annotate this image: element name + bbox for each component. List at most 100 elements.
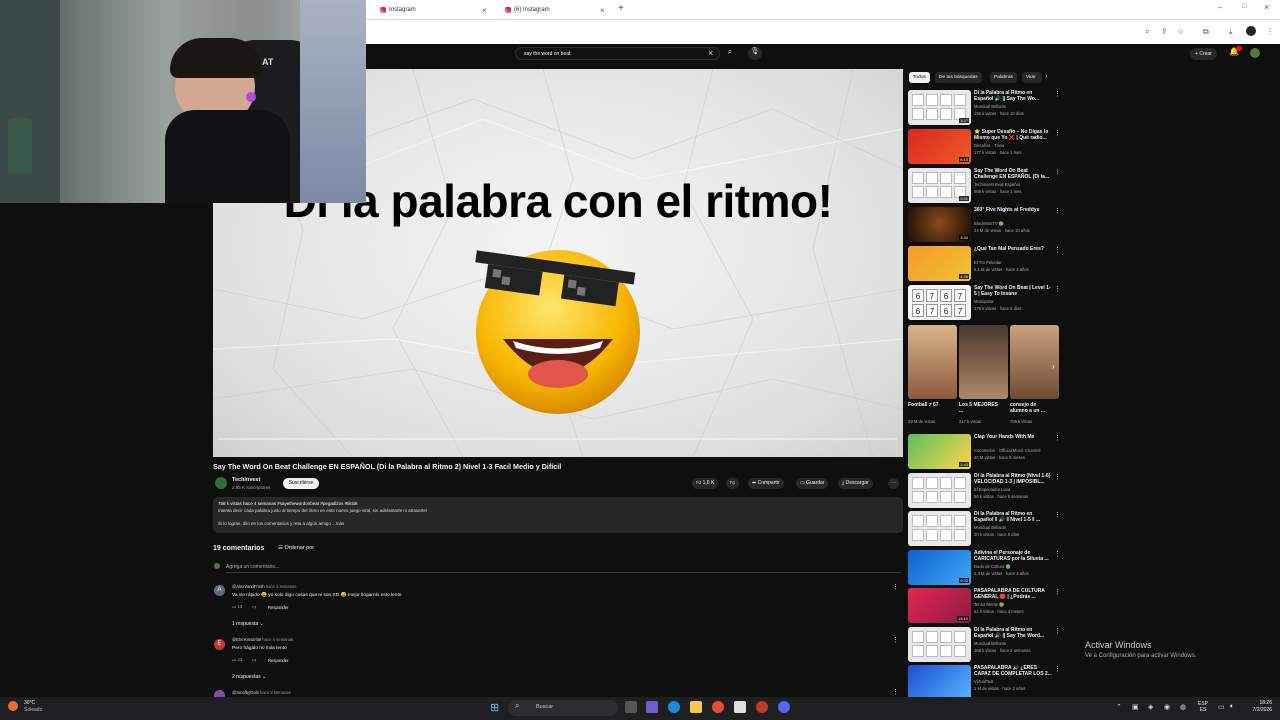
video-thumbnail[interactable]: 15:10 [908,588,971,623]
taskbar-search[interactable]: Buscar [508,700,618,716]
sort-comments-button[interactable]: ☰ Ordenar por [278,545,314,551]
comment-like-button[interactable]: 👍︎ 13 [232,604,242,610]
more-options-icon[interactable]: ⋮ [1054,285,1061,293]
comment-avatar[interactable]: A [214,585,225,596]
video-thumbnail[interactable] [908,511,971,546]
more-options-icon[interactable]: ⋮ [1054,550,1061,558]
recommended-video[interactable]: 4:26 ¿Qué Tan Mal Pensado Eres? El Tío Pek… [908,246,1063,282]
shorts-next-icon[interactable]: › [1052,362,1055,371]
close-tab-icon[interactable]: × [482,6,487,15]
more-options-icon[interactable]: ⋮ [1054,246,1061,254]
recommended-title[interactable]: Adivina el Personaje de CARICATURAS por … [974,550,1052,562]
recommended-channel[interactable]: Tenso Mente 🟢 [974,602,1004,608]
short-card[interactable]: Football ≠ 67 29 M de vistas [908,325,957,425]
subscribe-button[interactable]: Suscribirse [283,478,319,489]
recommended-title[interactable]: ¿Qué Tan Mal Pensado Eres? [974,246,1052,252]
recommended-video[interactable]: Di la Palabra al Ritmo (Nivel 1-6) VELOC… [908,472,1063,509]
more-options-icon[interactable]: ⋮ [1054,511,1061,519]
monitor-icon[interactable]: ▭ [1218,703,1225,711]
recommended-video[interactable]: Di la Palabra al Ritmo en Español 🔊 || S… [908,626,1063,663]
video-thumbnail[interactable]: 3:27 [908,90,971,125]
account-avatar[interactable] [1250,48,1260,58]
maximize-button[interactable]: □ [1242,3,1246,10]
tray-app-icon[interactable]: ◈ [1148,703,1153,711]
more-options-icon[interactable]: ⋮ [1054,665,1061,673]
video-thumbnail[interactable] [908,665,971,700]
comment-menu-icon[interactable]: ⋮ [892,583,899,591]
comment-menu-icon[interactable]: ⋮ [892,636,899,644]
dislike-button[interactable]: 👎︎ [726,478,740,489]
short-card[interactable]: Los 5 MEJORES ... 217 k vistas [959,325,1008,425]
chevron-up-icon[interactable]: ⌃ [1116,703,1122,711]
video-thumbnail[interactable] [908,626,971,662]
short-card[interactable]: consejo de alumno a un ... 785 k vistas [1010,325,1059,425]
file-explorer-icon[interactable] [690,701,702,713]
clear-search-icon[interactable]: × [708,48,713,58]
tray-app-icon[interactable]: ▣ [1132,703,1139,711]
save-button[interactable]: ▭ Guardar [796,478,829,489]
clock-time[interactable]: 18:26 [1242,700,1272,706]
video-thumbnail[interactable] [908,472,971,508]
comment-dislike-button[interactable]: 👎︎ [252,604,256,610]
chevron-right-icon[interactable]: › [1045,73,1047,80]
weather-temp[interactable]: 30°C [24,700,35,706]
video-thumbnail[interactable]: 2:43 [908,434,971,469]
more-options-icon[interactable]: ⋮ [1054,207,1061,215]
store-icon[interactable] [734,701,746,713]
more-options-icon[interactable]: ⋮ [1054,168,1061,176]
chip-videos[interactable]: Vide [1022,72,1042,83]
comment-like-button[interactable]: 👍︎ 21 [232,657,242,663]
recommended-title[interactable]: Say The Word On Beat | Level 1-5 | Easy … [974,285,1052,297]
recommended-channel[interactable]: El Tío Pekedar [974,260,1002,265]
edge-icon[interactable] [668,701,680,713]
search-icon[interactable]: ⌕ [722,47,738,60]
share-button[interactable]: ➦ Compartir [748,478,784,489]
recommended-title[interactable]: Di la Palabra al Ritmo en Español ‖ 🔊 ‖ … [974,511,1052,523]
recommended-title[interactable]: PASAPALABRA DE CULTURA GENERAL 🔴 | ¿Podr… [974,588,1052,600]
close-tab-icon[interactable]: × [600,6,605,15]
more-options-icon[interactable]: ⋮ [1054,90,1061,98]
chip-de-tus-busquedas[interactable]: De tus búsquedas [935,72,982,83]
comment-author[interactable]: @AlexVandFrosh hace 3 semanas [232,584,296,589]
browser-menu-icon[interactable]: ⋮ [1266,27,1274,36]
short-thumbnail[interactable] [959,325,1008,399]
bookmark-star-icon[interactable]: ☆ [1177,27,1184,36]
recommended-title[interactable]: Di la Palabra al Ritmo en Español 🔊 || S… [974,627,1052,639]
recommended-channel[interactable]: Cocomelon · Official Music Channel [974,448,1041,453]
tray-app-icon[interactable]: ◍ [1180,703,1186,711]
tab-instagram-2[interactable]: (6) Instagram × [505,3,615,17]
microphone-icon[interactable]: 🎙 [748,47,762,60]
recommended-video[interactable]: 15:10 PASAPALABRA DE CULTURA GENERAL 🔴 | … [908,588,1063,624]
weather-icon[interactable] [8,701,18,711]
recommended-channel[interactable]: Techinvest Beat Español [974,182,1020,187]
recommended-title[interactable]: Di la Palabra al Ritmo en Español 🔊 || S… [974,90,1052,102]
comment-dislike-button[interactable]: 👎︎ [252,657,256,663]
recommended-video[interactable]: PASAPALABRA 🔊 ¿ERES CAPAZ DE COMPLETAR L… [908,665,1063,701]
recommended-channel[interactable]: Monopolar [974,299,994,304]
comment-reply-button[interactable]: Responder [268,658,289,663]
video-progress-bar[interactable] [219,438,897,440]
recommended-video[interactable]: 3:40 360° Five Nights at Freddys BlackMonT… [908,207,1063,243]
recommended-title[interactable]: Di la Palabra al Ritmo (Nivel 1-6) VELOC… [974,473,1052,485]
add-comment-input[interactable]: Agrega un comentario... [226,564,279,570]
windows-start-icon[interactable]: ⊞ [490,701,499,714]
new-tab-button[interactable]: + [618,3,624,14]
short-title[interactable]: Los 5 MEJORES ... [959,402,1001,414]
video-thumbnail[interactable]: 8:13 [908,129,971,164]
recommended-channel[interactable]: Dado de Cultura 🟢 [974,564,1011,570]
close-window-button[interactable]: × [1264,2,1269,12]
more-options-icon[interactable]: ⋮ [1054,588,1061,596]
share-icon[interactable]: ⇪ [1161,27,1168,36]
zoom-icon[interactable]: ⌕ [1145,27,1149,37]
recommended-channel[interactable]: El Espectador Luca [974,487,1010,492]
discord-icon[interactable] [778,701,790,713]
short-title[interactable]: consejo de alumno a un ... [1010,402,1052,414]
recommended-channel[interactable]: Mundual Brillante [974,641,1006,646]
recommended-video[interactable]: 3:27 Di la Palabra al Ritmo en Español 🔊 … [908,90,1063,126]
comment-replies-toggle[interactable]: 1 respuesta ⌄ [232,621,264,627]
chrome-icon[interactable] [712,701,724,713]
recommended-title[interactable]: PASAPALABRA 🔊 ¿ERES CAPAZ DE COMPLETAR L… [974,665,1052,677]
video-thumbnail[interactable]: 9:33 [908,549,971,585]
recommended-title[interactable]: Clap Your Hands With Me [974,434,1052,440]
recommended-channel[interactable]: VirtualTest [974,679,993,684]
